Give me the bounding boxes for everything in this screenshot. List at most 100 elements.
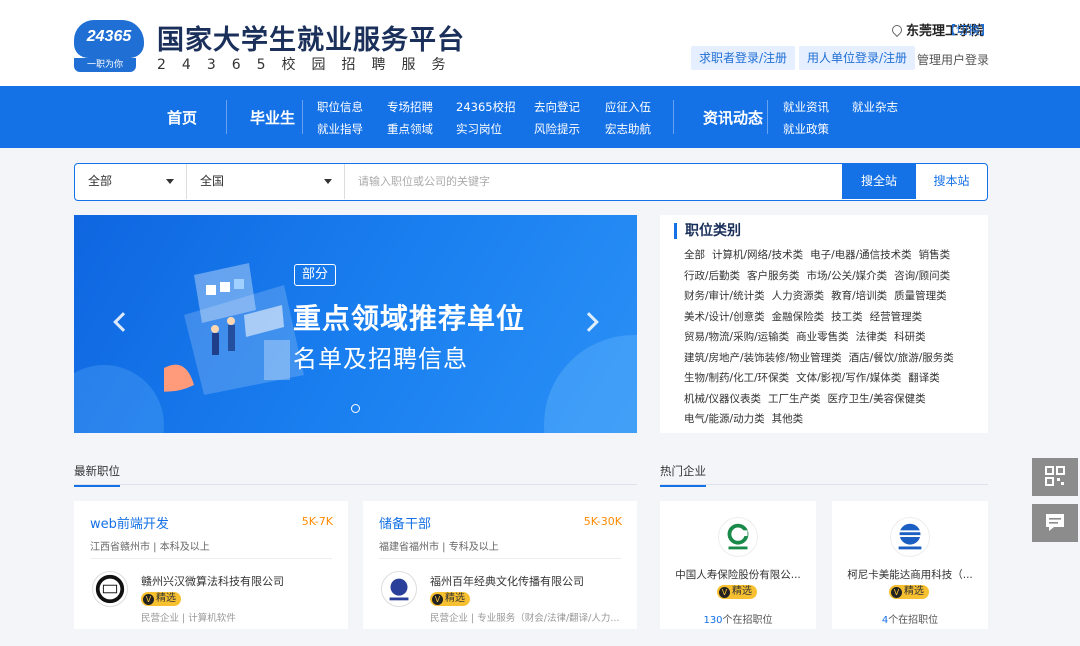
nav-key-fields[interactable]: 重点领域 bbox=[387, 121, 433, 137]
search-bar: 全部 全国 搜全站 搜本站 bbox=[74, 163, 988, 201]
nav-enlist[interactable]: 应征入伍 bbox=[605, 99, 651, 115]
admin-login-link[interactable]: 管理用户登录 bbox=[917, 51, 989, 68]
category-item[interactable]: 财务/审计/统计类 bbox=[684, 289, 765, 305]
category-item[interactable]: 工厂生产类 bbox=[768, 392, 821, 408]
company-card[interactable]: 柯尼卡美能达商用科技（... V 精选 4个在招职位 bbox=[832, 501, 988, 629]
category-item[interactable]: 行政/后勤类 bbox=[684, 269, 740, 285]
job-salary: 5K-30K bbox=[583, 515, 622, 528]
seeker-login-button[interactable]: 求职者登录/注册 bbox=[691, 46, 796, 70]
category-item[interactable]: 经营管理类 bbox=[870, 310, 923, 326]
nav-graduates[interactable]: 毕业生 bbox=[250, 107, 295, 128]
category-item[interactable]: 医疗卫生/美容保健类 bbox=[828, 392, 926, 408]
region-select[interactable]: 全国 bbox=[187, 164, 345, 199]
category-item[interactable]: 电气/能源/动力类 bbox=[684, 412, 765, 428]
chat-button[interactable] bbox=[1032, 504, 1078, 542]
search-site-button[interactable]: 搜本站 bbox=[916, 164, 987, 199]
location-pin-icon bbox=[889, 22, 905, 38]
category-item[interactable]: 市场/公关/媒介类 bbox=[807, 269, 888, 285]
company-meta: 民营企业 | 专业服务（财会/法律/翻译/人力... bbox=[430, 613, 620, 624]
category-item[interactable]: 生物/制药/化工/环保类 bbox=[684, 371, 789, 387]
chevron-left-icon[interactable] bbox=[113, 312, 133, 332]
category-item[interactable]: 翻译类 bbox=[908, 371, 940, 387]
carousel-dot[interactable] bbox=[351, 404, 360, 413]
category-item[interactable]: 酒店/餐饮/旅游/服务类 bbox=[849, 351, 954, 367]
card-divider bbox=[90, 558, 332, 559]
category-item[interactable]: 计算机/网络/技术类 bbox=[712, 248, 803, 264]
category-panel-title: 职位类别 bbox=[674, 223, 976, 239]
company-name[interactable]: 柯尼卡美能达商用科技（... bbox=[838, 567, 982, 582]
chevron-right-icon[interactable] bbox=[579, 312, 599, 332]
category-item[interactable]: 全部 bbox=[684, 248, 705, 264]
nav-divider bbox=[302, 100, 303, 134]
nav-career-guide[interactable]: 就业指导 bbox=[317, 121, 363, 137]
nav-job-info[interactable]: 职位信息 bbox=[317, 99, 363, 115]
nav-hongzhi[interactable]: 宏志助航 bbox=[605, 121, 651, 137]
company-logo[interactable] bbox=[381, 571, 417, 607]
banner-carousel[interactable]: 部分 重点领域推荐单位 名单及招聘信息 bbox=[74, 215, 637, 433]
nav-special-recruit[interactable]: 专场招聘 bbox=[387, 99, 433, 115]
nav-campus-recruit[interactable]: 24365校招 bbox=[456, 99, 516, 115]
v-badge-icon: V bbox=[432, 594, 443, 605]
company-logo bbox=[718, 517, 758, 557]
company-name[interactable]: 中国人寿保险股份有限公... bbox=[666, 567, 810, 582]
category-item[interactable]: 电子/电器/通信技术类 bbox=[810, 248, 912, 264]
qr-code-button[interactable] bbox=[1032, 458, 1078, 496]
nav-divider bbox=[673, 100, 674, 134]
qr-code-icon bbox=[1045, 466, 1065, 486]
category-item[interactable]: 法律类 bbox=[856, 330, 888, 346]
job-title[interactable]: web前端开发 bbox=[90, 513, 169, 532]
banner-decoration bbox=[544, 335, 637, 433]
switch-school-link[interactable]: 【切换】 bbox=[944, 21, 992, 38]
category-item[interactable]: 其他类 bbox=[772, 412, 804, 428]
featured-badge-label: 精选 bbox=[445, 593, 465, 604]
employer-login-button[interactable]: 用人单位登录/注册 bbox=[799, 46, 916, 70]
company-name[interactable]: 福州百年经典文化传播有限公司 bbox=[430, 573, 584, 589]
nav-home[interactable]: 首页 bbox=[167, 107, 197, 128]
nav-destination-register[interactable]: 去向登记 bbox=[534, 99, 580, 115]
featured-badge: V 精选 bbox=[717, 585, 757, 599]
category-item[interactable]: 质量管理类 bbox=[894, 289, 947, 305]
category-item[interactable]: 销售类 bbox=[919, 248, 951, 264]
job-card[interactable]: 储备干部 5K-30K 福建省福州市 | 专科及以上 福州百年经典文化传播有限公… bbox=[363, 501, 637, 629]
category-item[interactable]: 金融保险类 bbox=[772, 310, 825, 326]
open-positions-suffix: 个在招职位 bbox=[888, 615, 939, 626]
nav-employment-magazine[interactable]: 就业杂志 bbox=[852, 99, 898, 115]
category-item[interactable]: 咨询/顾问类 bbox=[894, 269, 950, 285]
nav-divider bbox=[767, 100, 768, 134]
site-title: 国家大学生就业服务平台 bbox=[157, 25, 465, 56]
category-item[interactable]: 人力资源类 bbox=[772, 289, 825, 305]
job-title[interactable]: 储备干部 bbox=[379, 513, 431, 532]
site-header: 24365 一职为你 国家大学生就业服务平台 24365校园招聘服务 东莞理工学… bbox=[0, 0, 1080, 86]
category-item[interactable]: 贸易/物流/采购/运输类 bbox=[684, 330, 789, 346]
site-logo[interactable]: 24365 一职为你 bbox=[74, 20, 144, 72]
nav-news[interactable]: 资讯动态 bbox=[703, 107, 763, 128]
banner-badge: 部分 bbox=[294, 264, 337, 286]
company-logo[interactable] bbox=[92, 571, 128, 607]
category-item[interactable]: 建筑/房地产/装饰装修/物业管理类 bbox=[684, 351, 842, 367]
category-item[interactable]: 文体/影视/写作/媒体类 bbox=[796, 371, 901, 387]
nav-internship[interactable]: 实习岗位 bbox=[456, 121, 502, 137]
category-list: 全部 计算机/网络/技术类 电子/电器/通信技术类 销售类行政/后勤类 客户服务类 市场/… bbox=[674, 248, 976, 428]
category-item[interactable]: 科研类 bbox=[894, 330, 926, 346]
search-input[interactable] bbox=[346, 164, 840, 199]
category-item[interactable]: 美术/设计/创意类 bbox=[684, 310, 765, 326]
category-item[interactable]: 技工类 bbox=[831, 310, 863, 326]
banner-subtitle: 名单及招聘信息 bbox=[293, 345, 468, 373]
company-name[interactable]: 赣州兴汉微算法科技有限公司 bbox=[141, 573, 284, 589]
main-nav: 首页 毕业生 职位信息 就业指导 专场招聘 重点领域 24365校招 实习岗位 … bbox=[0, 86, 1080, 148]
nav-employment-news[interactable]: 就业资讯 bbox=[783, 99, 829, 115]
nav-risk-alert[interactable]: 风险提示 bbox=[534, 121, 580, 137]
category-item[interactable]: 商业零售类 bbox=[796, 330, 849, 346]
nav-employment-policy[interactable]: 就业政策 bbox=[783, 121, 829, 137]
open-positions-number: 130 bbox=[703, 615, 723, 626]
category-select[interactable]: 全部 bbox=[75, 164, 187, 199]
category-item[interactable]: 客户服务类 bbox=[747, 269, 800, 285]
job-card[interactable]: web前端开发 5K-7K 江西省赣州市 | 本科及以上 赣州兴汉微算法科技有限… bbox=[74, 501, 348, 629]
company-card[interactable]: 中国人寿保险股份有限公... V 精选 130个在招职位 bbox=[660, 501, 816, 629]
category-item[interactable]: 机械/仪器仪表类 bbox=[684, 392, 761, 408]
category-item[interactable]: 教育/培训类 bbox=[831, 289, 887, 305]
card-divider bbox=[379, 558, 621, 559]
category-select-value: 全部 bbox=[88, 174, 113, 188]
job-salary: 5K-7K bbox=[301, 515, 333, 528]
search-all-button[interactable]: 搜全站 bbox=[842, 164, 916, 199]
